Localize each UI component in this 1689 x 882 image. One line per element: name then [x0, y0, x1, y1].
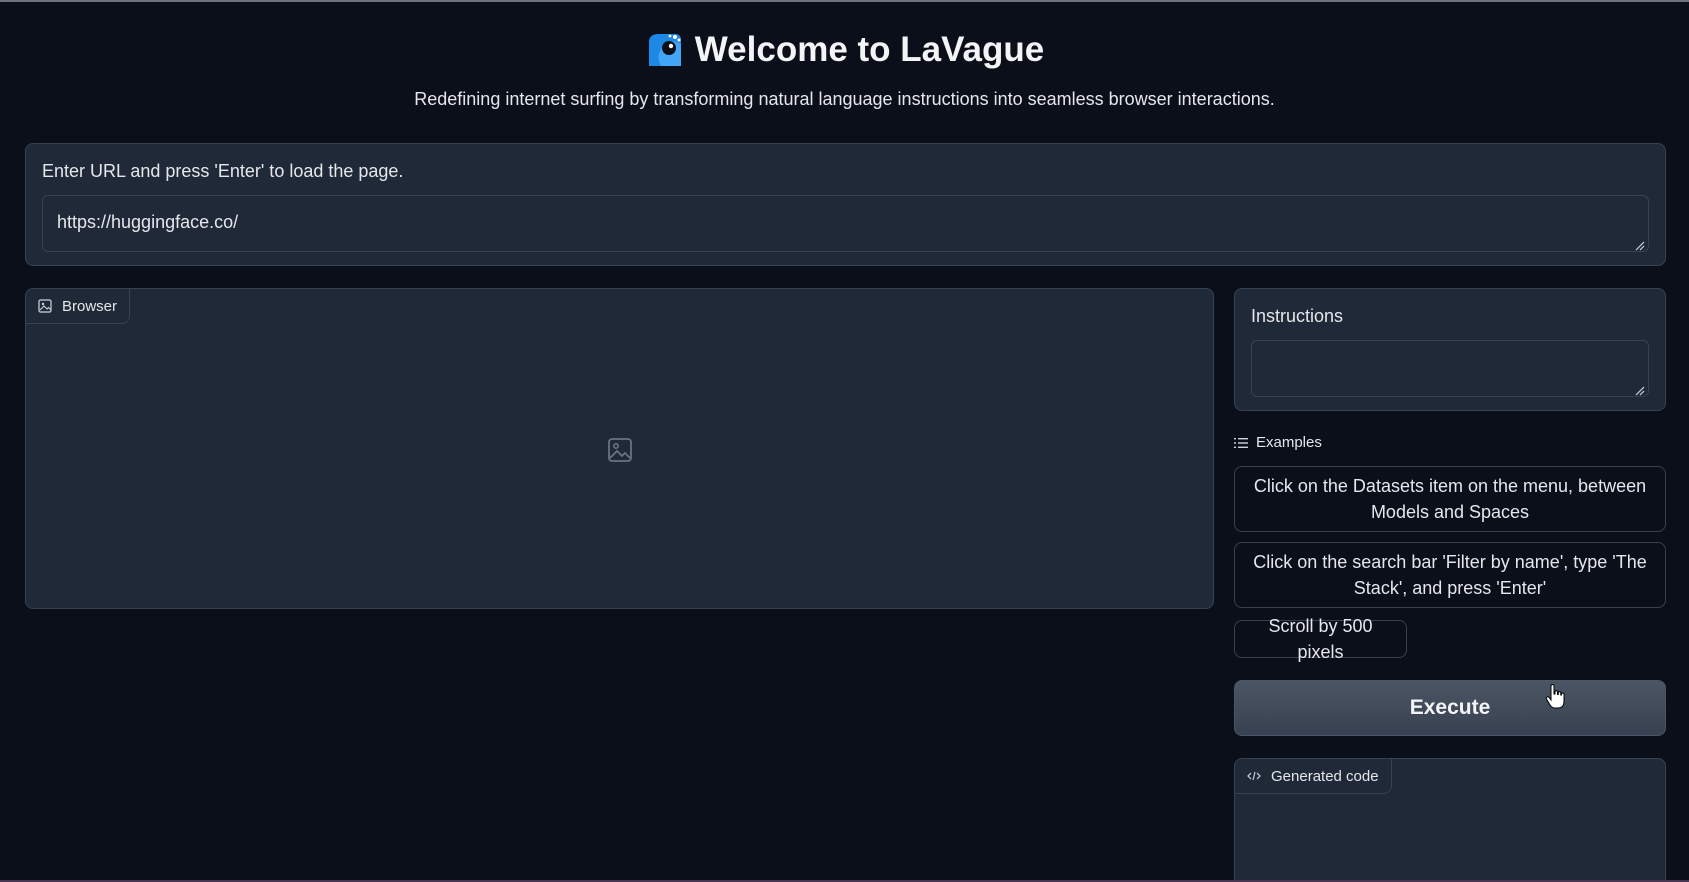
app-window: Welcome to LaVague Redefining internet s… — [0, 0, 1689, 882]
example-button-search-stack[interactable]: Click on the search bar 'Filter by name'… — [1234, 542, 1666, 608]
instructions-label: Instructions — [1251, 306, 1344, 326]
url-label: Enter URL and press 'Enter' to load the … — [42, 161, 404, 181]
title-row: Welcome to LaVague — [645, 30, 1044, 70]
examples-label: Examples — [1256, 434, 1322, 451]
lavague-wave-logo-icon — [645, 32, 683, 68]
url-input[interactable]: https://huggingface.co/ — [42, 195, 1649, 252]
browser-tab-label: Browser — [26, 289, 131, 324]
browser-image-panel: Browser — [25, 288, 1214, 609]
resize-handle-icon[interactable] — [1635, 386, 1645, 396]
generated-code-tab-text: Generated code — [1271, 767, 1379, 785]
instructions-input[interactable] — [1251, 340, 1649, 397]
code-icon — [1247, 771, 1261, 781]
image-icon — [38, 299, 52, 313]
generated-code-panel: Generated code — [1234, 758, 1666, 882]
list-icon — [1234, 437, 1248, 448]
page-header: Welcome to LaVague Redefining internet s… — [0, 30, 1689, 110]
execute-button[interactable]: Execute — [1234, 680, 1666, 736]
resize-handle-icon[interactable] — [1635, 241, 1645, 251]
empty-image-placeholder-icon — [608, 438, 632, 462]
page-subtitle: Redefining internet surfing by transform… — [414, 89, 1275, 109]
hand-pointer-cursor-icon — [1545, 684, 1565, 709]
instructions-panel: Instructions — [1234, 288, 1666, 411]
example-button-scroll[interactable]: Scroll by 500 pixels — [1234, 616, 1407, 662]
page-title: Welcome to LaVague — [694, 30, 1045, 69]
examples-header: Examples — [1234, 434, 1322, 451]
browser-tab-text: Browser — [62, 297, 118, 315]
generated-code-tab-label: Generated code — [1235, 759, 1392, 794]
example-button-datasets[interactable]: Click on the Datasets item on the menu, … — [1234, 466, 1666, 532]
url-panel: Enter URL and press 'Enter' to load the … — [25, 143, 1666, 266]
